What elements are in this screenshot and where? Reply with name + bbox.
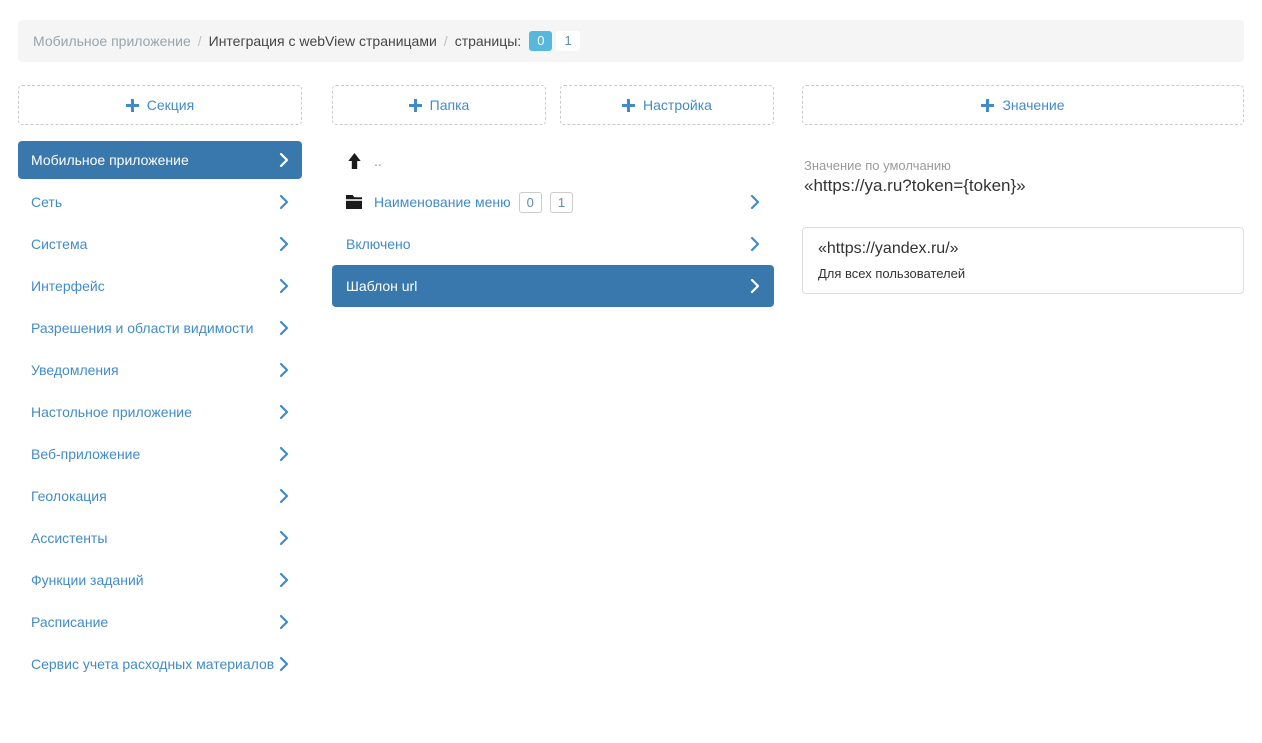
default-value-label: Значение по умолчанию	[804, 158, 1244, 173]
plus-icon	[622, 99, 635, 112]
folder-item-menu-name[interactable]: Наименование меню 0 1	[332, 181, 774, 223]
setting-item-enabled[interactable]: Включено	[332, 223, 774, 265]
chevron-right-icon	[279, 615, 289, 629]
sidebar-item-task-functions[interactable]: Функции заданий	[18, 561, 302, 599]
value-card[interactable]: «https://yandex.ru/» Для всех пользовате…	[802, 227, 1244, 294]
value-card-scope: Для всех пользователей	[818, 266, 1228, 281]
add-value-button[interactable]: Значение	[802, 85, 1244, 125]
sidebar-item-network[interactable]: Сеть	[18, 183, 302, 221]
folder-item-label: Наименование меню 0 1	[374, 192, 573, 213]
chevron-right-icon	[279, 447, 289, 461]
chevron-right-icon	[750, 237, 760, 251]
plus-icon	[409, 99, 422, 112]
add-section-label: Секция	[147, 97, 194, 113]
sidebar-item-label: Разрешения и области видимости	[31, 320, 279, 336]
sidebar-item-assistants[interactable]: Ассистенты	[18, 519, 302, 557]
sidebar-item-label: Мобильное приложение	[31, 152, 279, 168]
add-value-label: Значение	[1002, 97, 1064, 113]
sidebar-item-label: Сеть	[31, 194, 279, 210]
chevron-right-icon	[279, 321, 289, 335]
sidebar-item-system[interactable]: Система	[18, 225, 302, 263]
chevron-right-icon	[750, 195, 760, 209]
add-section-button[interactable]: Секция	[18, 85, 302, 125]
up-arrow-icon	[346, 153, 362, 169]
folder-count-badge-1: 1	[550, 192, 573, 213]
folder-up-row[interactable]: ..	[332, 141, 774, 181]
sidebar-item-consumables-service[interactable]: Сервис учета расходных материалов	[18, 645, 302, 683]
add-setting-label: Настройка	[643, 97, 712, 113]
folder-up-label: ..	[374, 153, 382, 169]
sidebar-item-label: Сервис учета расходных материалов	[31, 654, 279, 674]
settings-column: Папка Настройка ..	[332, 85, 774, 687]
add-setting-button[interactable]: Настройка	[560, 85, 774, 125]
sidebar-item-label: Веб-приложение	[31, 446, 279, 462]
breadcrumb-item-mobile-app[interactable]: Мобильное приложение	[33, 33, 191, 49]
sidebar-item-label: Расписание	[31, 614, 279, 630]
sidebar-item-permissions[interactable]: Разрешения и области видимости	[18, 309, 302, 347]
sidebar-item-notifications[interactable]: Уведомления	[18, 351, 302, 389]
chevron-right-icon	[279, 153, 289, 167]
settings-list: .. Наименование меню 0 1 Включено	[332, 141, 774, 307]
folder-count-badge-0: 0	[519, 192, 542, 213]
sidebar-item-geolocation[interactable]: Геолокация	[18, 477, 302, 515]
plus-icon	[126, 99, 139, 112]
sidebar-item-mobile-app[interactable]: Мобильное приложение	[18, 141, 302, 179]
breadcrumb-separator: /	[444, 33, 448, 49]
sidebar-item-label: Настольное приложение	[31, 404, 279, 420]
sidebar-item-desktop-app[interactable]: Настольное приложение	[18, 393, 302, 431]
chevron-right-icon	[279, 405, 289, 419]
sections-list: Мобильное приложение Сеть Система Интерф…	[18, 141, 302, 683]
values-column: Значение Значение по умолчанию «https://…	[802, 85, 1244, 687]
sidebar-item-label: Функции заданий	[31, 572, 279, 588]
plus-icon	[981, 99, 994, 112]
value-card-text: «https://yandex.ru/»	[818, 240, 1228, 258]
folder-name-text: Наименование меню	[374, 194, 511, 210]
chevron-right-icon	[279, 363, 289, 377]
settings-page: Мобильное приложение / Интеграция с webV…	[0, 20, 1262, 743]
sidebar-item-label: Ассистенты	[31, 530, 279, 546]
sidebar-item-label: Система	[31, 236, 279, 252]
breadcrumb-separator: /	[198, 33, 202, 49]
chevron-right-icon	[279, 279, 289, 293]
chevron-right-icon	[279, 531, 289, 545]
sections-column: Секция Мобильное приложение Сеть Система…	[18, 85, 302, 687]
default-value-text: «https://ya.ru?token={token}»	[804, 176, 1244, 196]
pages-count-badge-selected[interactable]: 0	[529, 31, 552, 51]
chevron-right-icon	[279, 657, 289, 671]
chevron-right-icon	[279, 237, 289, 251]
breadcrumb-item-pages-label: страницы:	[455, 33, 522, 49]
folder-icon	[346, 195, 362, 209]
sidebar-item-schedule[interactable]: Расписание	[18, 603, 302, 641]
chevron-right-icon	[279, 195, 289, 209]
default-value-block: Значение по умолчанию «https://ya.ru?tok…	[802, 158, 1244, 196]
add-folder-label: Папка	[430, 97, 470, 113]
sidebar-item-label: Интерфейс	[31, 278, 279, 294]
chevron-right-icon	[279, 573, 289, 587]
sidebar-item-interface[interactable]: Интерфейс	[18, 267, 302, 305]
chevron-right-icon	[750, 279, 760, 293]
breadcrumb-item-webview-integration[interactable]: Интеграция с webView страницами	[209, 33, 437, 49]
setting-item-label: Шаблон url	[346, 278, 417, 294]
add-folder-button[interactable]: Папка	[332, 85, 546, 125]
chevron-right-icon	[279, 489, 289, 503]
breadcrumb: Мобильное приложение / Интеграция с webV…	[18, 20, 1244, 62]
sidebar-item-label: Геолокация	[31, 488, 279, 504]
setting-item-url-template[interactable]: Шаблон url	[332, 265, 774, 307]
pages-count-badge-other[interactable]: 1	[556, 31, 579, 51]
sidebar-item-label: Уведомления	[31, 362, 279, 378]
setting-item-label: Включено	[346, 236, 411, 252]
sidebar-item-web-app[interactable]: Веб-приложение	[18, 435, 302, 473]
